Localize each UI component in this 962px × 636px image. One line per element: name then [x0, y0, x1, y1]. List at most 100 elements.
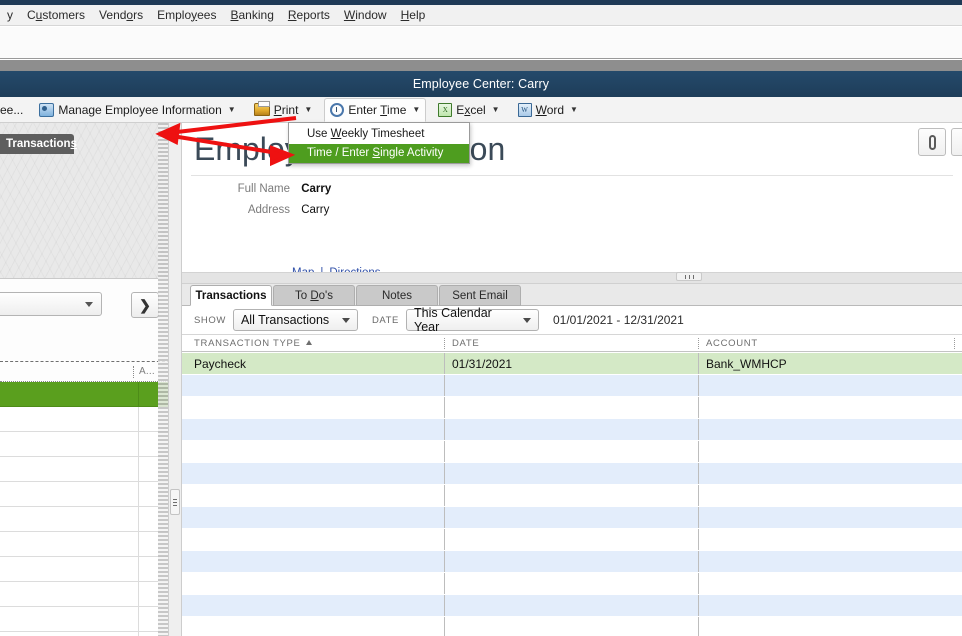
grid-header-row: TRANSACTION TYPE DATE ACCOUNT	[182, 334, 962, 352]
full-name-value: Carry	[293, 183, 331, 195]
table-row[interactable]	[182, 441, 962, 463]
list-item[interactable]	[0, 482, 170, 507]
employee-center-main: Employee Information Full Name Carry Add…	[182, 123, 962, 636]
table-row[interactable]	[182, 397, 962, 419]
column-header-date[interactable]: DATE	[452, 338, 479, 349]
menu-label-post: rs	[133, 8, 143, 22]
cell-transaction-type: Paycheck	[194, 357, 246, 371]
column-resize-grip[interactable]	[444, 338, 445, 349]
menu-item-window[interactable]: Window	[337, 6, 394, 25]
full-name-label: Full Name	[214, 183, 290, 195]
full-name-row: Full Name Carry	[214, 183, 331, 195]
table-row[interactable]	[182, 419, 962, 441]
attach-file-button[interactable]	[918, 128, 946, 156]
employee-view-select[interactable]: es	[0, 292, 102, 316]
cell-divider	[698, 485, 699, 506]
chevron-down-icon[interactable]: ▼	[492, 106, 500, 114]
grid-rows: Paycheck 01/31/2021 Bank_WMHCP	[182, 353, 962, 636]
cell-divider	[698, 397, 699, 418]
table-row[interactable]	[182, 507, 962, 529]
horizontal-splitter-handle[interactable]	[676, 272, 702, 281]
menu-item-time-enter-single-activity[interactable]: Time / Enter Single Activity	[289, 144, 469, 163]
tab-transactions[interactable]: Transactions	[190, 285, 272, 306]
list-item[interactable]	[0, 557, 170, 582]
vertical-splitter[interactable]	[168, 123, 182, 636]
column-resize-grip[interactable]	[133, 366, 135, 378]
table-row[interactable]	[182, 595, 962, 617]
chevron-down-icon[interactable]: ▼	[228, 106, 236, 114]
detail-tab-bar: Transactions To Do's Notes Sent Email	[182, 284, 962, 306]
column-header-label: ACCOUNT	[706, 338, 758, 349]
column-resize-grip[interactable]	[698, 338, 699, 349]
dd-label-acc: W	[331, 128, 342, 140]
list-item[interactable]	[0, 457, 170, 482]
expand-list-button[interactable]: ❯	[131, 292, 159, 318]
list-item[interactable]	[0, 382, 170, 407]
menu-item-banking[interactable]: Banking	[223, 6, 280, 25]
print-label: Print	[274, 103, 299, 117]
menu-item-use-weekly-timesheet[interactable]: Use Weekly Timesheet	[289, 125, 469, 144]
chevron-down-icon[interactable]	[85, 302, 93, 307]
cell-divider	[444, 485, 445, 506]
print-button[interactable]: Print ▼	[248, 98, 319, 122]
show-filter-select[interactable]: All Transactions	[233, 309, 358, 331]
manage-employee-information-button[interactable]: Manage Employee Information ▼	[33, 98, 241, 122]
tab-transactions-label: Transactions	[196, 290, 267, 302]
column-header-transaction-type[interactable]: TRANSACTION TYPE	[194, 338, 312, 349]
table-row[interactable]	[182, 573, 962, 595]
menu-label-post: eports	[297, 8, 330, 22]
list-item[interactable]	[0, 532, 170, 557]
transactions-side-tab[interactable]: Transactions	[0, 134, 74, 154]
date-filter-value: This Calendar Year	[414, 306, 512, 334]
menu-label-post: elp	[409, 8, 425, 22]
new-employee-button[interactable]: ee...	[0, 98, 29, 122]
date-filter-select[interactable]: This Calendar Year	[406, 309, 539, 331]
menu-label-acc: H	[401, 8, 410, 22]
column-resize-grip[interactable]	[954, 338, 955, 349]
tab-sent-email[interactable]: Sent Email	[439, 285, 521, 306]
column-header-account[interactable]: ACCOUNT	[706, 338, 758, 349]
list-item[interactable]	[0, 432, 170, 457]
menu-item-help[interactable]: Help	[394, 6, 433, 25]
table-row[interactable]	[182, 529, 962, 551]
table-row[interactable]	[182, 617, 962, 636]
tab-notes[interactable]: Notes	[356, 285, 438, 306]
chevron-down-icon[interactable]: ▼	[570, 106, 578, 114]
tab-to-dos[interactable]: To Do's	[273, 285, 355, 306]
list-item[interactable]	[0, 607, 170, 632]
tab-to-dos-label: To Do's	[295, 290, 333, 302]
vertical-splitter-handle[interactable]	[170, 489, 180, 515]
paperclip-icon	[929, 135, 936, 150]
transactions-grid: TRANSACTION TYPE DATE ACCOUNT Paycheck 0…	[182, 334, 962, 636]
menu-item-reports[interactable]: Reports	[281, 6, 337, 25]
list-item[interactable]	[0, 507, 170, 532]
horizontal-splitter[interactable]	[182, 273, 962, 284]
table-row[interactable]: Paycheck 01/31/2021 Bank_WMHCP	[182, 353, 962, 375]
employee-list-column-header[interactable]: A...	[139, 366, 155, 377]
chevron-down-icon[interactable]: ▼	[412, 106, 420, 114]
table-row[interactable]	[182, 551, 962, 573]
excel-button[interactable]: X Excel ▼	[432, 98, 505, 122]
list-item[interactable]	[0, 407, 170, 432]
table-row[interactable]	[182, 485, 962, 507]
chevron-down-icon[interactable]	[342, 318, 350, 323]
cell-divider	[444, 507, 445, 528]
address-row: Address Carry	[214, 204, 329, 216]
menu-item-vendors[interactable]: Vendors	[92, 6, 150, 25]
word-button[interactable]: W Word ▼	[512, 98, 584, 122]
cell-divider	[444, 551, 445, 572]
table-row[interactable]	[182, 375, 962, 397]
column-header-label: DATE	[452, 338, 479, 349]
secondary-action-button[interactable]	[951, 128, 962, 156]
menu-item-customers[interactable]: Customers	[20, 6, 92, 25]
show-filter-value: All Transactions	[241, 313, 329, 327]
chevron-down-icon[interactable]: ▼	[304, 106, 312, 114]
list-item[interactable]	[0, 582, 170, 607]
cell-divider	[444, 375, 445, 396]
menu-item-employees[interactable]: Employees	[150, 6, 223, 25]
enter-time-button[interactable]: Enter Time ▼	[324, 98, 426, 122]
chevron-down-icon[interactable]	[523, 318, 531, 323]
table-row[interactable]	[182, 463, 962, 485]
list-item[interactable]	[0, 632, 170, 636]
menu-item-company[interactable]: y	[0, 6, 20, 25]
